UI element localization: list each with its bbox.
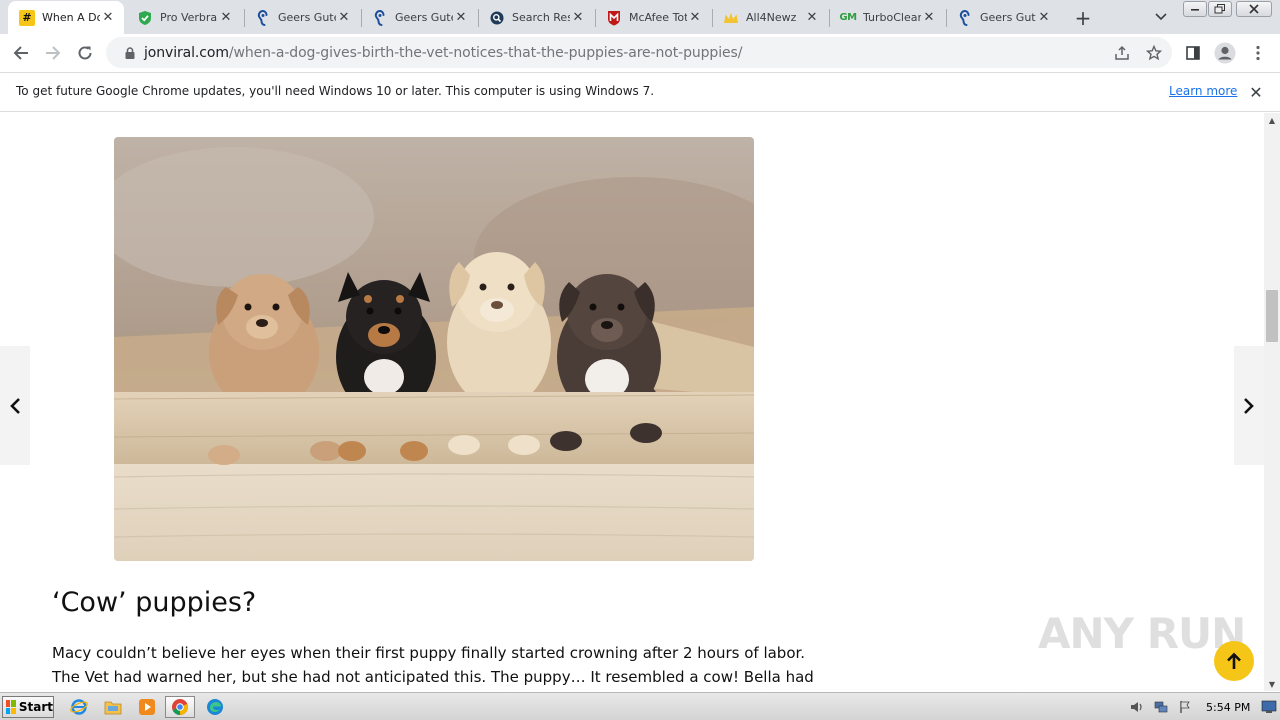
- tab-strip: # When A Dog Gives Birth ✕ Pro Verbrauch…: [0, 0, 1280, 34]
- tab-title: Geers Gutes Hören: [980, 11, 1036, 24]
- lock-icon[interactable]: [116, 46, 144, 59]
- profile-avatar[interactable]: [1210, 38, 1240, 68]
- back-to-top-button[interactable]: [1214, 641, 1254, 681]
- tab-title: All4Newz: [746, 11, 797, 24]
- url-path: /when-a-dog-gives-birth-the-vet-notices-…: [228, 44, 743, 61]
- back-button[interactable]: [6, 38, 36, 68]
- tab-geers-2[interactable]: Geers Gutes Hören ✕: [361, 1, 477, 34]
- internet-explorer-icon[interactable]: [68, 696, 90, 718]
- close-icon[interactable]: ✕: [921, 10, 937, 26]
- reload-button[interactable]: [70, 38, 100, 68]
- article-paragraph: Macy couldn’t believe her eyes when thei…: [52, 644, 814, 686]
- ear-icon: [255, 9, 271, 26]
- tab-jonviral[interactable]: # When A Dog Gives Birth ✕: [8, 1, 124, 34]
- close-window-button[interactable]: [1236, 1, 1272, 17]
- close-icon[interactable]: ✕: [336, 10, 352, 26]
- windows-logo-icon: [6, 700, 16, 714]
- taskbar-clock[interactable]: 5:54 PM: [1206, 701, 1250, 714]
- article-heading: ‘Cow’ puppies?: [52, 587, 257, 618]
- close-icon[interactable]: ✕: [453, 10, 469, 26]
- tab-search-chevron-icon[interactable]: [1152, 8, 1170, 26]
- close-icon[interactable]: ✕: [218, 10, 234, 26]
- tab-geers-1[interactable]: Geers Gutes Hören ✕: [244, 1, 360, 34]
- url-text[interactable]: jonviral.com/when-a-dog-gives-birth-the-…: [144, 45, 742, 61]
- action-center-flag-icon[interactable]: [1176, 698, 1194, 716]
- tab-all4newz[interactable]: All4Newz ✕: [712, 1, 828, 34]
- close-icon[interactable]: ✕: [1036, 10, 1052, 26]
- previous-article-arrow[interactable]: [0, 346, 30, 465]
- forward-button[interactable]: [38, 38, 68, 68]
- tab-title: When A Dog Gives Birth: [42, 11, 100, 24]
- windows-taskbar: Start 5:54 PM: [0, 692, 1280, 720]
- scroll-thumb[interactable]: [1266, 290, 1278, 342]
- share-icon[interactable]: [1112, 43, 1132, 63]
- search-icon: [489, 10, 505, 26]
- tab-geers-3[interactable]: Geers Gutes Hören ✕: [946, 1, 1060, 34]
- side-panel-icon[interactable]: [1178, 38, 1208, 68]
- tab-title: Geers Gutes Hören: [395, 11, 453, 24]
- hashtag-icon: #: [19, 9, 35, 26]
- close-icon[interactable]: ✕: [100, 10, 116, 26]
- browser-window: # When A Dog Gives Birth ✕ Pro Verbrauch…: [0, 0, 1280, 720]
- tab-title: Search Results: [512, 11, 570, 24]
- tab-title: TurboCleaner: [863, 11, 921, 24]
- tab-title: McAfee Total Protection: [629, 11, 687, 24]
- learn-more-link[interactable]: Learn more: [1169, 84, 1237, 98]
- start-label: Start: [18, 700, 53, 714]
- ear-icon: [372, 9, 388, 26]
- infobar-message: To get future Google Chrome updates, you…: [16, 84, 655, 98]
- url-host: jonviral.com: [144, 44, 229, 61]
- infobar-close-icon[interactable]: ✕: [1246, 82, 1266, 102]
- minimize-button[interactable]: [1183, 1, 1207, 17]
- tab-title: Pro Verbraucher: [160, 11, 218, 24]
- update-infobar: To get future Google Chrome updates, you…: [0, 72, 1280, 112]
- tab-turbocleaner[interactable]: GM TurboCleaner ✕: [829, 1, 945, 34]
- start-button[interactable]: Start: [2, 696, 54, 718]
- media-player-icon[interactable]: [136, 696, 158, 718]
- next-article-arrow[interactable]: [1234, 346, 1264, 465]
- mcafee-icon: [606, 10, 622, 26]
- chrome-icon[interactable]: [165, 696, 195, 718]
- gm-logo-icon: GM: [839, 12, 857, 23]
- restore-button[interactable]: [1208, 1, 1232, 17]
- puppies-image: [114, 137, 754, 561]
- tab-title: Geers Gutes Hören: [278, 11, 336, 24]
- close-icon[interactable]: ✕: [804, 10, 820, 26]
- bookmark-star-icon[interactable]: [1144, 43, 1164, 63]
- close-icon[interactable]: ✕: [570, 10, 586, 26]
- page-scrollbar[interactable]: ▲ ▼: [1264, 113, 1280, 691]
- address-bar[interactable]: jonviral.com/when-a-dog-gives-birth-the-…: [106, 37, 1172, 68]
- menu-kebab-icon[interactable]: [1243, 38, 1273, 68]
- volume-icon[interactable]: [1128, 698, 1146, 716]
- file-explorer-icon[interactable]: [102, 696, 124, 718]
- tab-pro-verbraucher[interactable]: Pro Verbraucher ✕: [126, 1, 242, 34]
- anyrun-watermark: ANY RUN: [1038, 609, 1246, 658]
- network-icon[interactable]: [1152, 698, 1170, 716]
- shield-icon: [137, 10, 153, 26]
- browser-toolbar: jonviral.com/when-a-dog-gives-birth-the-…: [0, 34, 1280, 72]
- close-icon[interactable]: ✕: [687, 10, 703, 26]
- scroll-down-arrow[interactable]: ▼: [1264, 677, 1280, 691]
- page-content: ‘Cow’ puppies? Macy couldn’t believe her…: [0, 113, 1264, 691]
- new-tab-button[interactable]: +: [1072, 6, 1094, 30]
- tab-mcafee[interactable]: McAfee Total Protection ✕: [595, 1, 711, 34]
- show-desktop-icon[interactable]: [1260, 698, 1278, 716]
- tab-search-results[interactable]: Search Results ✕: [478, 1, 594, 34]
- ear-icon: [957, 9, 973, 26]
- edge-icon[interactable]: [204, 696, 226, 718]
- crown-icon: [723, 10, 739, 26]
- scroll-up-arrow[interactable]: ▲: [1264, 113, 1280, 127]
